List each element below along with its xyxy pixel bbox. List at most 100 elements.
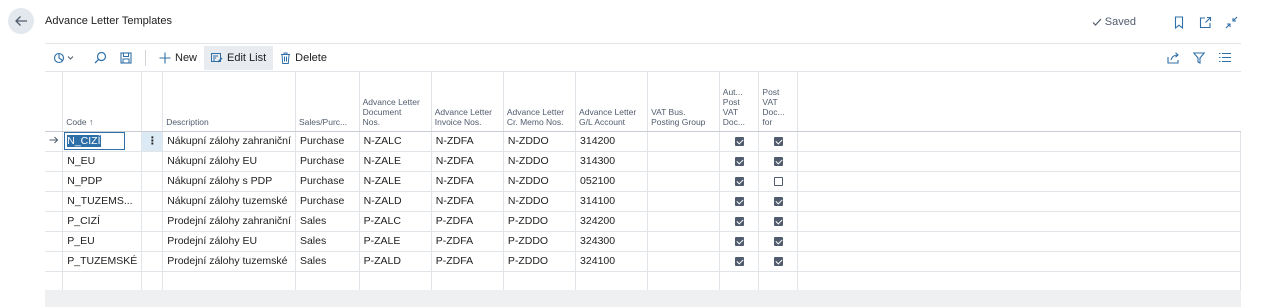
cell-document-nos[interactable]: P-ZALD (358, 250, 432, 272)
cell-document-nos[interactable]: P-ZALC (358, 210, 432, 232)
cell-vat-bus[interactable] (647, 250, 720, 272)
row-actions-menu[interactable]: ⋮ (141, 130, 164, 152)
cell-sales-purchase[interactable]: Purchase (294, 190, 360, 212)
collapse-button[interactable] (1218, 12, 1244, 32)
checkbox-auto-post[interactable] (734, 216, 744, 226)
cell-cr-memo-nos[interactable]: N-ZDDO (502, 150, 577, 172)
col-header-cr-memo-nos[interactable]: Advance Letter Cr. Memo Nos. (502, 72, 576, 132)
new-button[interactable]: New (152, 46, 204, 70)
row-actions-menu[interactable] (141, 150, 164, 172)
cell-vat-bus[interactable] (647, 150, 720, 172)
cell-code[interactable]: N_CIZÍ (62, 130, 143, 152)
col-header-auto-post[interactable]: Aut... Post VAT Doc... (718, 72, 759, 132)
cell-gl-account[interactable]: 324100 (575, 250, 649, 272)
cell-vat-bus[interactable] (647, 210, 720, 232)
cell-sales-purchase[interactable]: Purchase (294, 150, 360, 172)
checkbox-auto-post[interactable] (734, 156, 744, 166)
col-header-post-vat[interactable]: Post VAT Doc... for (758, 72, 798, 132)
checkbox-post-vat[interactable] (773, 236, 783, 246)
bookmark-button[interactable] (1166, 12, 1192, 32)
table-row[interactable]: P_TUZEMSKÉ Prodejní zálohy tuzemské Sales P… (45, 250, 1241, 272)
col-header-code[interactable]: Code ↑ (62, 72, 142, 132)
cell-vat-bus[interactable] (647, 130, 720, 152)
share-button[interactable] (1161, 47, 1185, 69)
cell-code[interactable]: N_PDP (62, 170, 143, 192)
cell-sales-purchase[interactable]: Purchase (294, 130, 360, 152)
cell-gl-account[interactable]: 324200 (575, 210, 649, 232)
cell-code[interactable]: P_EU (62, 230, 143, 252)
cell-description[interactable]: Nákupní zálohy s PDP (162, 170, 296, 192)
cell-invoice-nos[interactable]: P-ZDFA (430, 210, 504, 232)
table-row[interactable]: N_EU Nákupní zálohy EU Purchase N-ZALE N-ZDF… (45, 150, 1241, 172)
cell-code[interactable]: P_CIZÍ (62, 210, 143, 232)
save-view-button[interactable] (115, 47, 137, 69)
cell-document-nos[interactable]: N-ZALD (358, 190, 432, 212)
table-row[interactable]: P_EU Prodejní zálohy EU Sales P-ZALE P-ZDFA P… (45, 230, 1241, 252)
cell-sales-purchase[interactable]: Purchase (294, 170, 360, 192)
cell-gl-account[interactable]: 314300 (575, 150, 649, 172)
checkbox-post-vat[interactable] (773, 216, 783, 226)
row-actions-menu[interactable] (141, 230, 164, 252)
col-header-gl-account[interactable]: Advance Letter G/L Account (575, 72, 648, 132)
cell-invoice-nos[interactable]: P-ZDFA (430, 250, 504, 272)
checkbox-auto-post[interactable] (734, 196, 744, 206)
cell-description[interactable]: Prodejní zálohy EU (162, 230, 296, 252)
cell-cr-memo-nos[interactable]: P-ZDDO (502, 250, 577, 272)
cell-gl-account[interactable]: 314100 (575, 190, 649, 212)
cell-description[interactable]: Nákupní zálohy EU (162, 150, 296, 172)
row-actions-menu[interactable] (141, 210, 164, 232)
checkbox-auto-post[interactable] (734, 256, 744, 266)
cell-cr-memo-nos[interactable]: N-ZDDO (502, 130, 577, 152)
cell-invoice-nos[interactable]: N-ZDFA (430, 170, 504, 192)
checkbox-auto-post[interactable] (734, 136, 744, 146)
search-button[interactable] (89, 47, 111, 69)
cell-code[interactable]: N_EU (62, 150, 143, 172)
open-new-window-button[interactable] (1192, 12, 1218, 32)
checkbox-post-vat[interactable] (773, 196, 783, 206)
cell-invoice-nos[interactable]: N-ZDFA (430, 130, 504, 152)
cell-gl-account[interactable]: 052100 (575, 170, 649, 192)
cell-gl-account[interactable]: 314200 (575, 130, 649, 152)
checkbox-post-vat[interactable] (773, 136, 783, 146)
cell-invoice-nos[interactable]: N-ZDFA (430, 150, 504, 172)
analysis-mode-button[interactable] (51, 47, 79, 69)
table-row[interactable]: P_CIZÍ Prodejní zálohy zahraniční Sales P-Z… (45, 210, 1241, 232)
cell-vat-bus[interactable] (647, 170, 720, 192)
cell-code[interactable]: P_TUZEMSKÉ (62, 250, 143, 272)
col-header-vat-bus[interactable]: VAT Bus. Posting Group (647, 72, 720, 132)
checkbox-post-vat[interactable] (773, 256, 783, 266)
col-header-document-nos[interactable]: Advance Letter Document Nos. (358, 72, 432, 132)
cell-cr-memo-nos[interactable]: P-ZDDO (502, 230, 577, 252)
table-row[interactable]: N_CIZÍ ⋮ Nákupní zálohy zahraniční Purchase… (45, 130, 1241, 152)
checkbox-auto-post[interactable] (734, 236, 744, 246)
cell-description[interactable]: Prodejní zálohy zahraniční (162, 210, 296, 232)
code-edit-field[interactable]: N_CIZÍ (64, 132, 126, 150)
cell-document-nos[interactable]: N-ZALC (358, 130, 432, 152)
empty-new-row[interactable] (45, 270, 1241, 292)
checkbox-post-vat[interactable] (773, 156, 783, 166)
cell-document-nos[interactable]: N-ZALE (358, 150, 432, 172)
col-header-sales-purchase[interactable]: Sales/Purc... (294, 72, 360, 132)
edit-list-button[interactable]: Edit List (204, 45, 274, 70)
cell-document-nos[interactable]: N-ZALE (358, 170, 432, 192)
cell-cr-memo-nos[interactable]: N-ZDDO (502, 190, 577, 212)
col-header-description[interactable]: Description (162, 72, 296, 132)
filter-button[interactable] (1187, 47, 1211, 69)
cell-vat-bus[interactable] (647, 230, 720, 252)
cell-cr-memo-nos[interactable]: N-ZDDO (502, 170, 577, 192)
cell-vat-bus[interactable] (647, 190, 720, 212)
row-actions-menu[interactable] (141, 170, 164, 192)
cell-sales-purchase[interactable]: Sales (294, 230, 360, 252)
cell-invoice-nos[interactable]: N-ZDFA (430, 190, 504, 212)
col-header-invoice-nos[interactable]: Advance Letter Invoice Nos. (430, 72, 504, 132)
checkbox-post-vat[interactable] (773, 176, 783, 186)
cell-cr-memo-nos[interactable]: P-ZDDO (502, 210, 577, 232)
row-actions-menu[interactable] (141, 250, 164, 272)
back-button[interactable] (8, 8, 34, 34)
cell-sales-purchase[interactable]: Sales (294, 210, 360, 232)
cell-code[interactable]: N_TUZEMS... (62, 190, 143, 212)
cell-description[interactable]: Nákupní zálohy zahraniční (162, 130, 296, 152)
cell-description[interactable]: Prodejní zálohy tuzemské (162, 250, 296, 272)
cell-gl-account[interactable]: 324300 (575, 230, 649, 252)
cell-sales-purchase[interactable]: Sales (294, 250, 360, 272)
